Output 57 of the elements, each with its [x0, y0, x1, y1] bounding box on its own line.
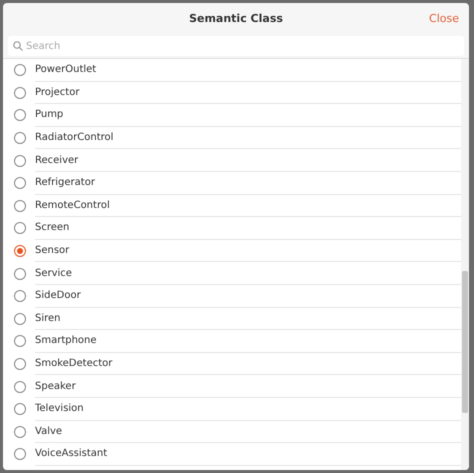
radio-button[interactable] [14, 177, 26, 190]
radio-button[interactable] [14, 154, 26, 167]
item-label: VoiceAssistant [35, 447, 108, 462]
list-item[interactable]: Refrigerator [3, 172, 461, 195]
list-item[interactable]: Television [3, 398, 461, 420]
radio-button[interactable] [14, 86, 26, 99]
list-item[interactable]: Receiver [3, 149, 461, 172]
item-label: Sensor [35, 244, 70, 258]
radio-button[interactable] [14, 200, 26, 212]
list-item[interactable]: VoiceAssistant [3, 443, 461, 466]
list-item[interactable]: RemoteControl [3, 194, 461, 218]
list-item[interactable]: PowerOutlet [3, 59, 461, 82]
radio-button[interactable] [14, 64, 26, 76]
list-item[interactable]: Service [3, 262, 461, 285]
list-item[interactable]: Siren [3, 308, 461, 330]
radio-button[interactable] [14, 132, 26, 144]
item-label: Television [35, 402, 84, 416]
item-label: Projector [35, 86, 80, 100]
list-item[interactable]: Pump [3, 104, 461, 127]
list-item[interactable]: Valve [3, 420, 461, 444]
radio-button[interactable] [14, 290, 26, 302]
item-label: Valve [35, 424, 62, 439]
item-label: Speaker [35, 380, 76, 394]
item-label: SideDoor [35, 289, 81, 304]
radio-button[interactable] [14, 222, 26, 234]
list-item[interactable]: Screen [3, 217, 461, 240]
item-label: Service [35, 266, 72, 281]
list-item[interactable]: RadiatorControl [3, 126, 461, 150]
item-label: Screen [35, 221, 70, 236]
list-item[interactable]: SmokeDetector [3, 352, 461, 376]
item-label: Siren [35, 312, 61, 326]
radio-button[interactable] [14, 335, 26, 348]
list-item[interactable]: SideDoor [3, 284, 461, 308]
item-label: Receiver [35, 154, 78, 168]
radio-button[interactable] [14, 448, 26, 460]
search-icon [13, 41, 23, 51]
item-label: RadiatorControl [35, 131, 114, 146]
radio-button[interactable] [14, 403, 26, 416]
radio-button[interactable] [14, 245, 26, 258]
item-label: Smartphone [35, 334, 97, 348]
item-label: RemoteControl [35, 198, 110, 213]
radio-button[interactable] [14, 380, 26, 393]
list-item[interactable]: Projector [3, 82, 461, 104]
radio-button[interactable] [14, 109, 26, 122]
item-label: Pump [35, 108, 64, 122]
item-label: SmokeDetector [35, 357, 112, 372]
radio-button[interactable] [14, 268, 26, 280]
search-field[interactable]: Search [8, 36, 464, 56]
radio-button[interactable] [14, 358, 26, 370]
dialog-title: Semantic Class [189, 11, 283, 28]
list-item[interactable]: Speaker [3, 375, 461, 398]
radio-button[interactable] [14, 426, 26, 438]
list-item[interactable]: Sensor [3, 240, 461, 262]
radio-button[interactable] [14, 312, 26, 325]
item-label: PowerOutlet [35, 63, 96, 78]
list-item[interactable]: Smartphone [3, 330, 461, 353]
item-label: Refrigerator [35, 176, 95, 190]
